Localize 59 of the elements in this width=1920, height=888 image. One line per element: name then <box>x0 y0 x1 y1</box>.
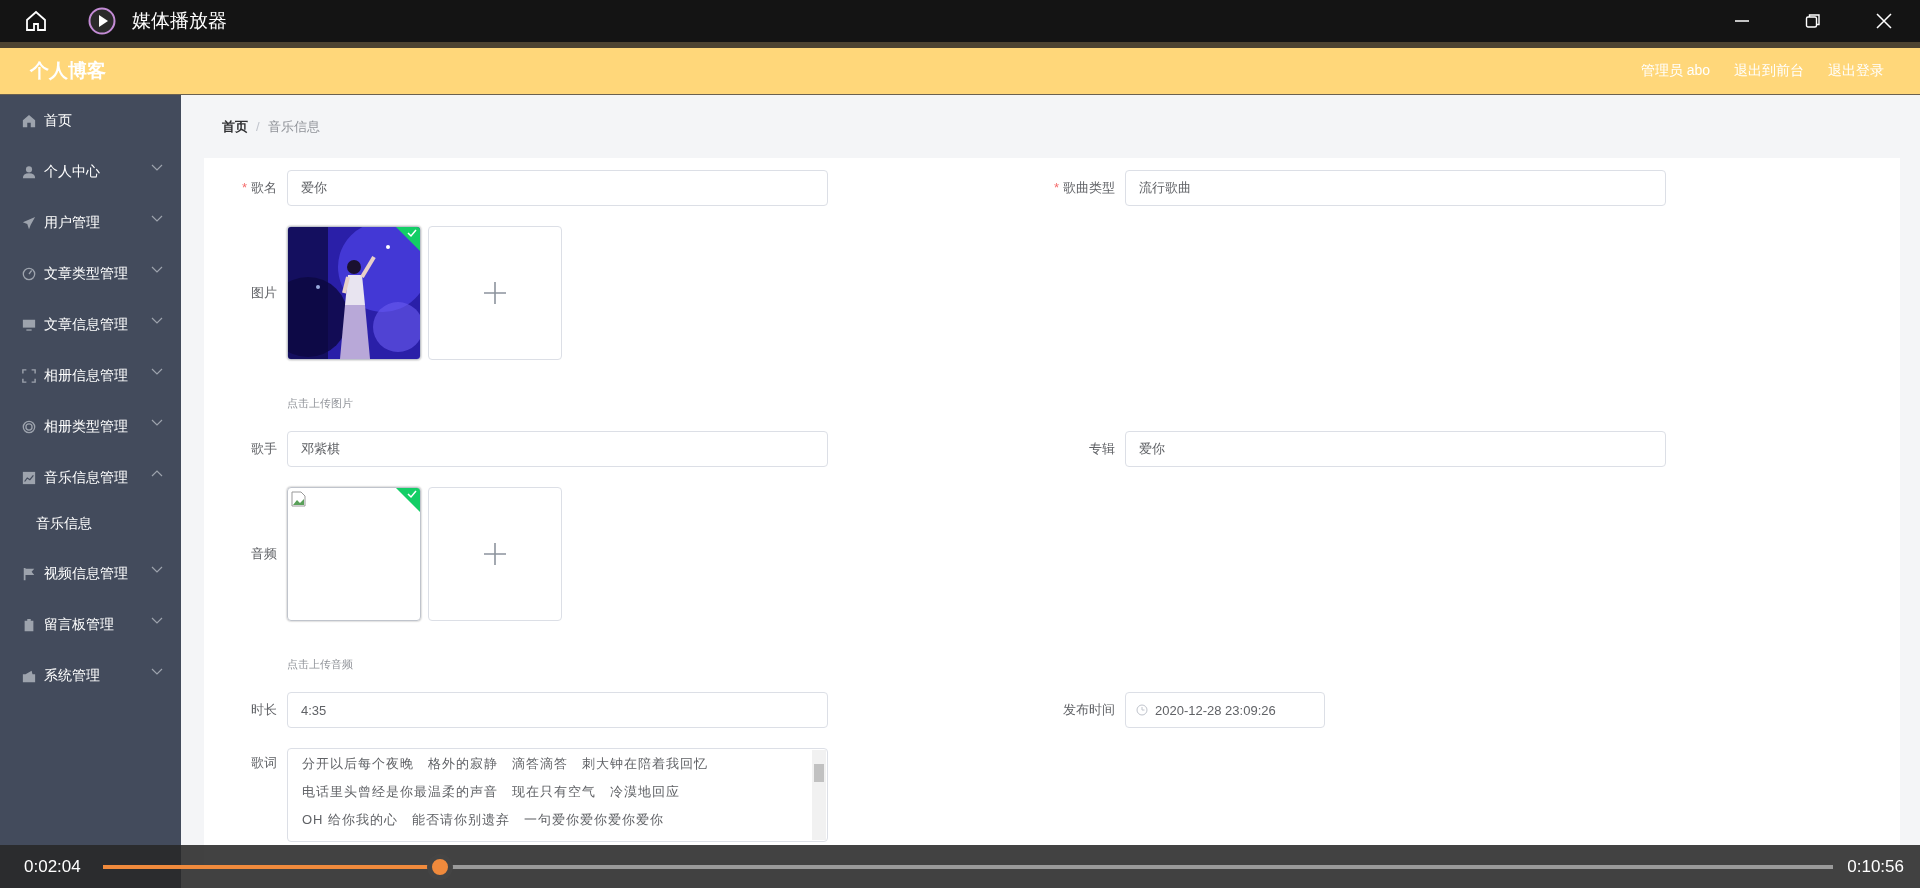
upload-hint: 点击上传音频 <box>287 657 353 672</box>
clock-icon <box>1136 704 1148 716</box>
sidebar-item[interactable]: 文章类型管理 <box>0 248 181 299</box>
sidebar-item[interactable]: 个人中心 <box>0 146 181 197</box>
date-time-field[interactable]: 2020-12-28 23:09:26 <box>1125 692 1325 728</box>
sidebar-item[interactable]: 相册信息管理 <box>0 350 181 401</box>
input-field[interactable]: 邓紫棋 <box>287 431 828 467</box>
required-mark: * <box>241 180 247 195</box>
flag-icon <box>22 566 36 581</box>
sidebar-item[interactable]: 文章信息管理 <box>0 299 181 350</box>
upload-hint: 点击上传图片 <box>287 396 353 411</box>
input-field[interactable]: 爱你 <box>287 170 828 206</box>
sidebar-item[interactable]: 音乐信息管理 <box>0 452 181 503</box>
close-icon[interactable] <box>1876 13 1892 29</box>
field-label: 歌名 <box>251 180 277 195</box>
scrollbar[interactable] <box>812 750 826 840</box>
home-icon <box>22 113 36 128</box>
sidebar-subitem[interactable]: 音乐信息 <box>0 503 181 548</box>
elapsed-time: 0:02:04 <box>24 856 81 877</box>
field-label: 发布时间 <box>1063 702 1115 717</box>
user-icon <box>22 164 36 179</box>
field-label: 歌词 <box>251 755 277 770</box>
sidebar-item[interactable]: 系统管理 <box>0 650 181 701</box>
wallet-icon <box>22 668 36 683</box>
sidebar-item[interactable]: 相册类型管理 <box>0 401 181 452</box>
broken-image-icon <box>291 491 307 507</box>
paper-plane-icon <box>22 215 36 230</box>
home-icon[interactable] <box>24 9 48 33</box>
field-label: 专辑 <box>1089 441 1115 456</box>
brand-title: 个人博客 <box>30 59 107 83</box>
sidebar-item[interactable]: 视频信息管理 <box>0 548 181 599</box>
breadcrumb-current: 音乐信息 <box>267 117 320 136</box>
frame-icon <box>22 368 36 383</box>
monitor-icon <box>22 317 36 332</box>
chart-icon <box>22 470 36 485</box>
gauge-icon <box>22 266 36 281</box>
field-label: 图片 <box>251 285 277 300</box>
breadcrumb-link[interactable]: 首页 <box>222 117 248 136</box>
lyrics-textarea[interactable]: 分开以后每个夜晚 格外的寂静 滴答滴答 刺大钟在陪着我回忆 电话里头曾经是你最温柔的声音 现在只有空气 冷漠地回应 OH 给你我的心 能否请你别遗弃 一句爱你爱你爱你爱你 <box>287 748 828 842</box>
input-field[interactable]: 爱你 <box>1125 431 1666 467</box>
total-time: 0:10:56 <box>1847 856 1904 877</box>
field-label: 时长 <box>251 702 277 717</box>
breadcrumb-separator: / <box>256 119 260 134</box>
sidebar-item[interactable]: 首页 <box>0 95 181 146</box>
plus-icon <box>484 282 506 304</box>
required-mark: * <box>1053 180 1059 195</box>
restore-icon[interactable] <box>1805 13 1821 29</box>
plus-icon <box>484 543 506 565</box>
ring-icon <box>22 419 36 434</box>
field-label: 音频 <box>251 546 277 561</box>
sidebar-item[interactable]: 用户管理 <box>0 197 181 248</box>
input-field[interactable]: 流行歌曲 <box>1125 170 1666 206</box>
input-field[interactable]: 4:35 <box>287 692 828 728</box>
field-label: 歌曲类型 <box>1063 180 1115 195</box>
clipboard-icon <box>22 617 36 632</box>
sidebar-item[interactable]: 留言板管理 <box>0 599 181 650</box>
play-logo-icon <box>88 7 116 35</box>
field-label: 歌手 <box>251 441 277 456</box>
window-title: 媒体播放器 <box>132 9 227 33</box>
